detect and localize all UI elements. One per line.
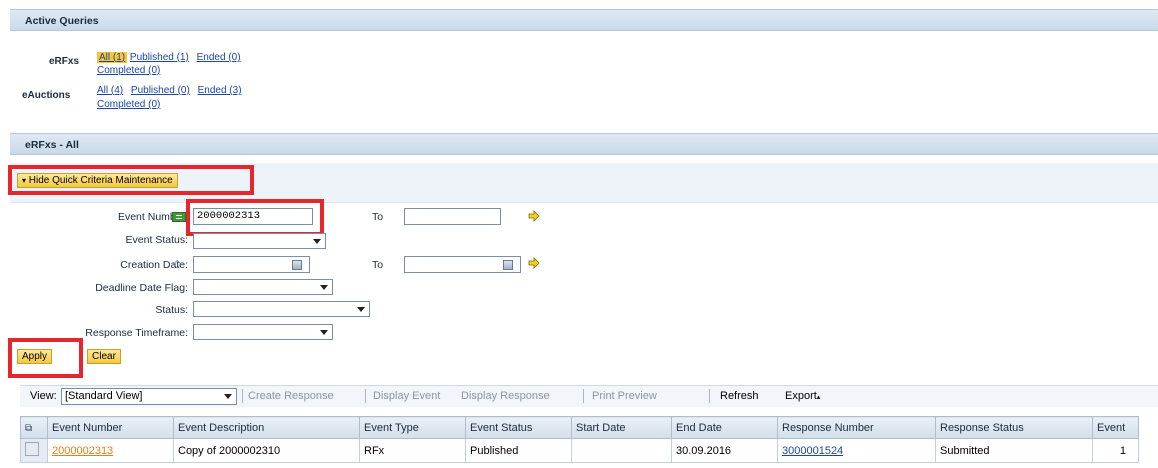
toolbar-separator [583, 389, 584, 403]
view-label: View: [30, 390, 57, 402]
column-header[interactable]: Event Type [359, 416, 466, 439]
clear-button[interactable]: Clear [87, 349, 121, 364]
deadline-date-flag-label: Deadline Date Flag: [95, 282, 188, 294]
column-header[interactable]: End Date [671, 416, 778, 439]
create-response-button[interactable]: Create Response [248, 390, 334, 402]
calendar-icon[interactable] [292, 260, 302, 270]
status-dropdown[interactable] [193, 301, 370, 317]
column-header[interactable]: Event Status [465, 416, 572, 439]
toolbar-separator [365, 389, 366, 403]
event-description-cell: Copy of 2000002310 [173, 438, 360, 463]
table-row[interactable]: 2000002313 Copy of 2000002310 RFx Publis… [20, 438, 1139, 463]
display-response-button[interactable]: Display Response [461, 390, 550, 402]
table-settings-icon[interactable]: ⧉ [25, 423, 32, 434]
event-number-to-input[interactable] [404, 208, 501, 225]
operator-diamond-icon[interactable]: ◇ [173, 257, 181, 270]
active-queries-title: Active Queries [25, 15, 99, 27]
eauctions-ended-link[interactable]: Ended (3) [198, 85, 242, 96]
hide-quick-criteria-label: Hide Quick Criteria Maintenance [28, 175, 173, 186]
export-label: Export [785, 390, 817, 402]
erfxs-completed-link[interactable]: Completed (0) [97, 65, 160, 76]
end-date-cell: 30.09.2016 [671, 438, 778, 463]
deadline-date-flag-dropdown[interactable] [193, 279, 333, 295]
start-date-cell [571, 438, 672, 463]
display-event-button[interactable]: Display Event [373, 390, 440, 402]
active-queries-header: Active Queries [10, 9, 1158, 31]
erfxs-query-label: eRFxs [49, 56, 80, 67]
status-label: Status: [155, 304, 188, 316]
row-select-box[interactable] [25, 442, 39, 456]
event-number-cell: 2000002313 [47, 438, 174, 463]
column-header[interactable]: Event Description [173, 416, 360, 439]
apply-button[interactable]: Apply [17, 349, 53, 364]
chevron-down-icon [320, 285, 328, 290]
hide-quick-criteria-button[interactable]: ▾ Hide Quick Criteria Maintenance [17, 173, 178, 188]
equals-operator-icon[interactable] [172, 212, 186, 222]
toolbar-separator [709, 389, 710, 403]
results-toolbar: View: [Standard View] Create Response Di… [20, 385, 1158, 407]
eauctions-published-link[interactable]: Published (0) [131, 85, 190, 96]
creation-date-label: Creation Date: [120, 259, 188, 271]
results-table: ⧉ Event Number Event Description Event T… [20, 416, 1139, 463]
response-status-cell: Submitted [935, 438, 1093, 463]
chevron-down-icon [320, 330, 328, 335]
column-header[interactable]: Event [1092, 416, 1139, 439]
erfxs-query-links: All (1) Published (1) Ended (0) [97, 52, 246, 63]
refresh-button[interactable]: Refresh [720, 390, 759, 402]
event-number-to-label: To [372, 211, 384, 223]
event-status-dropdown[interactable] [193, 233, 326, 249]
calendar-icon[interactable] [503, 260, 513, 270]
toolbar-separator [242, 389, 243, 403]
go-arrow-icon[interactable] [528, 257, 540, 269]
menu-triangle-icon: ▴ [816, 394, 821, 401]
chevron-down-icon [357, 307, 365, 312]
event-status-label: Event Status: [125, 234, 188, 246]
table-header-row: ⧉ Event Number Event Description Event T… [20, 416, 1139, 439]
column-settings-cell[interactable]: ⧉ [20, 416, 48, 439]
erfxs-published-link[interactable]: Published (1) [130, 52, 189, 63]
event-number-from-input[interactable]: 2000002313 [193, 208, 313, 225]
column-header[interactable]: Event Number [47, 416, 174, 439]
view-dropdown[interactable]: [Standard View] [61, 388, 237, 405]
response-number-cell: 3000001524 [777, 438, 936, 463]
event-number-link[interactable]: 2000002313 [52, 445, 113, 457]
erfxs-all-link[interactable]: All (1) [97, 52, 128, 63]
view-value: [Standard View] [65, 390, 143, 402]
eauctions-query-links: All (4) Published (0) Ended (3) [97, 85, 247, 96]
collapse-triangle-icon: ▾ [22, 176, 27, 185]
print-preview-button[interactable]: Print Preview [592, 390, 657, 402]
response-timeframe-dropdown[interactable] [193, 324, 333, 340]
chevron-down-icon [313, 239, 321, 244]
event-number-label: Event Number: [117, 211, 188, 223]
column-header[interactable]: Start Date [571, 416, 672, 439]
eauctions-all-link[interactable]: All (4) [97, 85, 123, 96]
event-status-cell: Published [465, 438, 572, 463]
event-type-cell: RFx [359, 438, 466, 463]
chevron-down-icon [224, 394, 232, 399]
erfxs-all-section-header: eRFxs - All [10, 133, 1158, 155]
response-timeframe-label: Response Timeframe: [85, 327, 188, 339]
response-number-link[interactable]: 3000001524 [782, 445, 843, 457]
section-title: eRFxs - All [25, 139, 79, 151]
export-menu-button[interactable]: Export▴ [785, 390, 820, 402]
eauctions-query-label: eAuctions [22, 90, 71, 101]
erfxs-ended-link[interactable]: Ended (0) [197, 52, 241, 63]
event-count-cell: 1 [1092, 438, 1139, 463]
eauctions-completed-link[interactable]: Completed (0) [97, 99, 160, 110]
row-selector[interactable] [20, 438, 48, 463]
column-header[interactable]: Response Number [777, 416, 936, 439]
column-header[interactable]: Response Status [935, 416, 1093, 439]
criteria-toggle-strip [10, 163, 1158, 203]
go-arrow-icon[interactable] [528, 210, 540, 222]
creation-date-to-label: To [372, 259, 384, 271]
